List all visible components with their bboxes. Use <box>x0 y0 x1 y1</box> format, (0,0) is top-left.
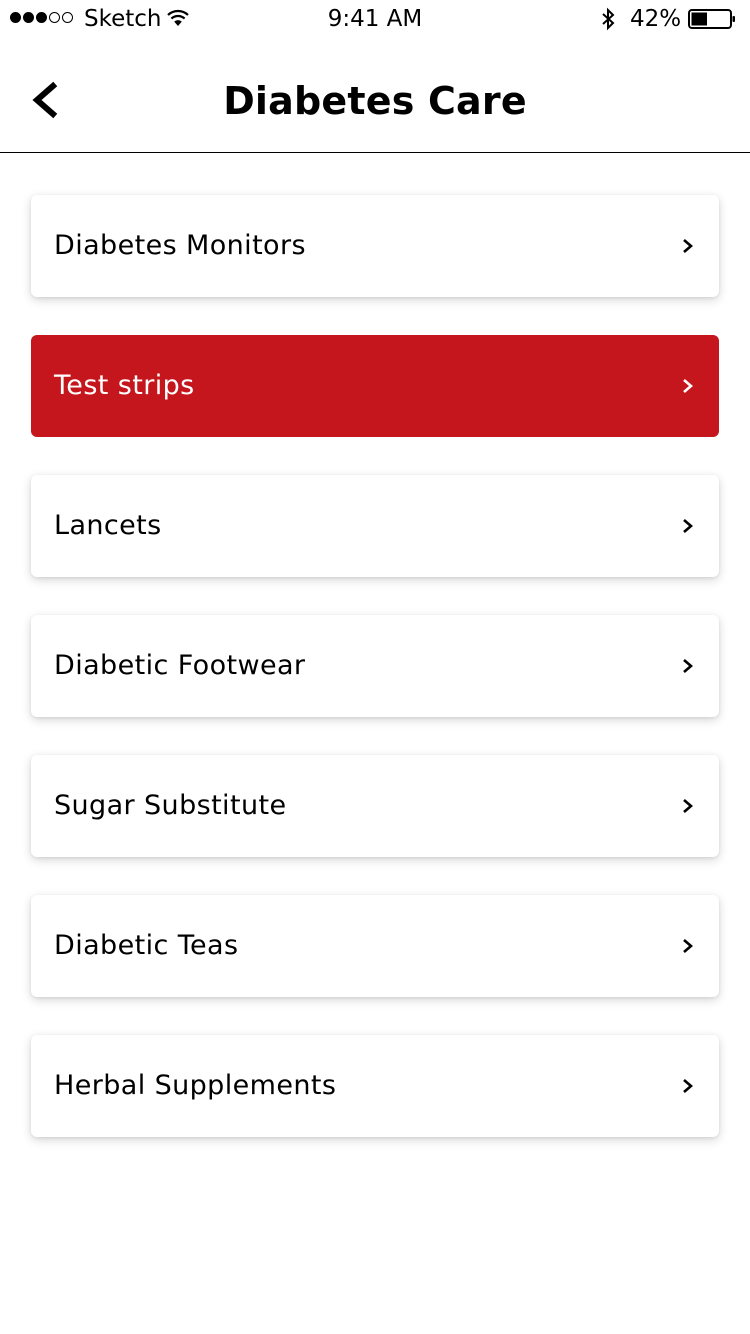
bluetooth-icon <box>602 7 615 31</box>
chevron-right-icon <box>683 379 693 393</box>
category-item-label: Sugar Substitute <box>54 790 287 821</box>
category-item[interactable]: Lancets <box>31 475 719 577</box>
category-item-label: Diabetes Monitors <box>54 230 306 261</box>
category-list: Diabetes Monitors Test strips Lancets Diabe… <box>31 195 719 1175</box>
category-item[interactable]: Diabetes Monitors <box>31 195 719 297</box>
category-item[interactable]: Sugar Substitute <box>31 755 719 857</box>
chevron-right-icon <box>683 799 693 813</box>
battery-percentage: 42% <box>630 6 682 32</box>
category-item-label: Herbal Supplements <box>54 1070 337 1101</box>
category-item-label: Lancets <box>54 510 162 541</box>
category-item[interactable]: Test strips <box>31 335 719 437</box>
chevron-right-icon <box>683 1079 693 1093</box>
category-item-label: Diabetic Footwear <box>54 650 306 681</box>
category-item-label: Test strips <box>54 370 195 401</box>
category-item[interactable]: Herbal Supplements <box>31 1035 719 1137</box>
battery-icon <box>688 9 735 29</box>
category-item[interactable]: Diabetic Teas <box>31 895 719 997</box>
chevron-right-icon <box>683 519 693 533</box>
category-item-label: Diabetic Teas <box>54 930 239 961</box>
page-title: Diabetes Care <box>223 79 527 123</box>
status-bar: Sketch 9:41 AM 42% <box>0 0 750 40</box>
chevron-right-icon <box>683 939 693 953</box>
chevron-right-icon <box>683 239 693 253</box>
chevron-right-icon <box>683 659 693 673</box>
category-item[interactable]: Diabetic Footwear <box>31 615 719 717</box>
nav-header: Diabetes Care <box>0 40 750 153</box>
